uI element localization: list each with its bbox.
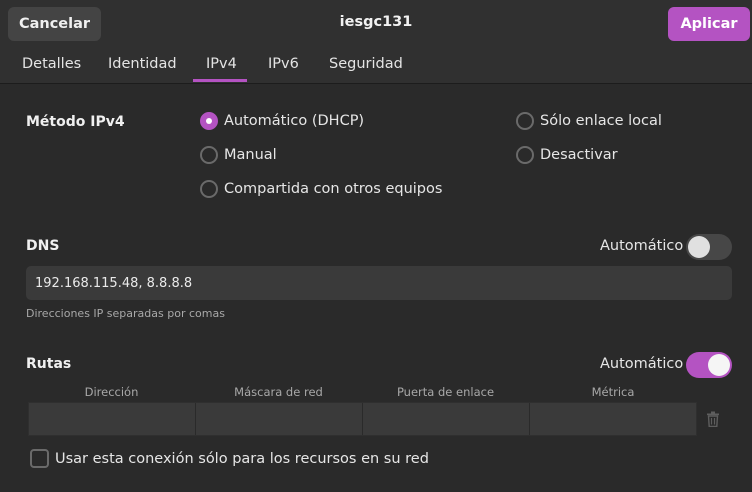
radio-icon (516, 112, 534, 130)
toggle-knob (688, 236, 710, 258)
method-label: Método IPv4 (26, 114, 125, 130)
delete-route-button[interactable] (700, 404, 726, 434)
routes-label: Rutas (26, 356, 72, 372)
tab-ipv6[interactable]: IPv6 (268, 56, 299, 72)
radio-label: Desactivar (540, 147, 618, 163)
radio-shared[interactable]: Compartida con otros equipos (200, 180, 442, 198)
dns-auto-label: Automático (600, 238, 684, 254)
column-header-metric: Métrica (591, 385, 635, 399)
only-resources-checkbox[interactable] (30, 449, 49, 468)
toggle-knob (708, 354, 730, 376)
route-row (28, 402, 697, 436)
radio-disable[interactable]: Desactivar (516, 146, 618, 164)
radio-icon (200, 180, 218, 198)
column-header-netmask: Máscara de red (234, 385, 323, 399)
only-resources-label: Usar esta conexión sólo para los recurso… (55, 450, 429, 467)
header-bar: Cancelar iesgc131 Aplicar (0, 0, 752, 48)
dialog-title: iesgc131 (339, 14, 413, 30)
tab-security[interactable]: Seguridad (329, 56, 403, 72)
tab-bar: Detalles Identidad IPv4 IPv6 Seguridad (0, 48, 752, 84)
radio-label: Sólo enlace local (540, 113, 662, 129)
radio-icon (200, 146, 218, 164)
radio-automatic-dhcp[interactable]: Automático (DHCP) (200, 112, 364, 130)
apply-button[interactable]: Aplicar (668, 7, 750, 41)
column-header-address: Dirección (84, 385, 139, 399)
only-resources-checkbox-row[interactable]: Usar esta conexión sólo para los recurso… (30, 449, 429, 468)
radio-manual[interactable]: Manual (200, 146, 277, 164)
tab-selected-indicator (193, 79, 247, 82)
route-netmask-field[interactable] (196, 403, 363, 435)
route-gateway-field[interactable] (363, 403, 530, 435)
column-header-gateway: Puerta de enlace (396, 385, 495, 399)
tab-ipv4[interactable]: IPv4 (206, 56, 237, 72)
radio-link-local[interactable]: Sólo enlace local (516, 112, 662, 130)
route-metric-field[interactable] (530, 403, 696, 435)
trash-icon (707, 411, 719, 427)
dns-label: DNS (26, 238, 60, 254)
radio-icon (516, 146, 534, 164)
radio-label: Automático (DHCP) (224, 113, 365, 129)
radio-label: Manual (224, 147, 277, 163)
dns-hint: Direcciones IP separadas por comas (26, 307, 225, 320)
radio-selected-icon (200, 112, 218, 130)
radio-label: Compartida con otros equipos (224, 181, 443, 197)
tab-identity[interactable]: Identidad (108, 56, 177, 72)
routes-auto-toggle[interactable] (686, 352, 732, 378)
tab-details[interactable]: Detalles (22, 56, 81, 72)
routes-auto-label: Automático (600, 356, 684, 372)
dns-input[interactable] (26, 266, 732, 300)
route-address-field[interactable] (29, 403, 196, 435)
dns-auto-toggle[interactable] (686, 234, 732, 260)
